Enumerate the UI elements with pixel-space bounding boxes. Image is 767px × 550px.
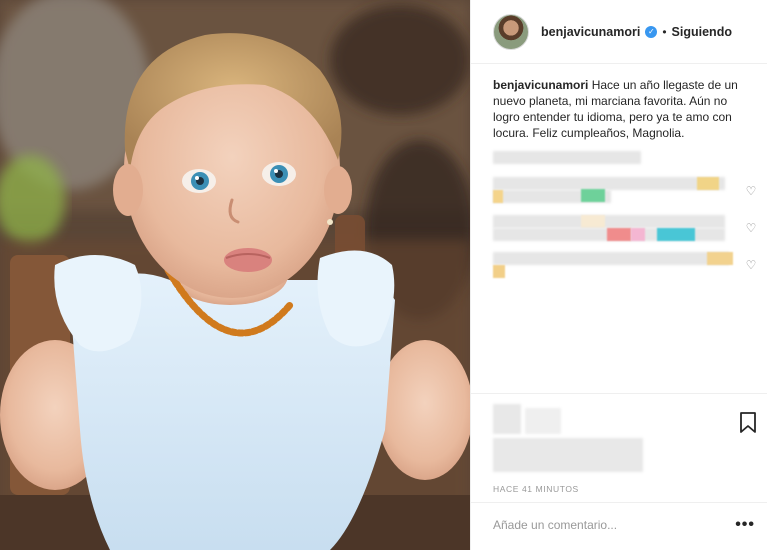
blurred-emoji [657,228,695,241]
post-details-panel: benjavicunamori ✓ • Siguiendo benjavicun… [470,0,767,550]
blurred-emoji [631,228,645,241]
heart-icon[interactable]: ♡ [745,222,757,234]
blurred-emoji [697,177,719,190]
blurred-comment [493,151,641,164]
following-button[interactable]: Siguiendo [672,25,732,39]
post-header: benjavicunamori ✓ • Siguiendo [471,0,767,64]
comment-input[interactable] [493,514,713,536]
heart-icon[interactable]: ♡ [745,259,757,271]
avatar[interactable] [493,13,529,50]
post-caption: benjavicunamori Hace un año llegaste de … [471,64,767,141]
post-timestamp: HACE 41 MINUTOS [493,484,579,494]
blurred-emoji [493,190,503,203]
blurred-comment [493,252,729,265]
blurred-likes [493,438,643,472]
blurred-emoji [493,265,505,278]
blurred-emoji [581,189,605,202]
photo-illustration [0,0,470,550]
header-username[interactable]: benjavicunamori [541,25,640,39]
blurred-comment [493,177,725,190]
divider [471,502,767,503]
blurred-comment [493,215,725,228]
check-badge-icon: ✓ [645,25,658,38]
blurred-likes [525,408,561,434]
heart-icon[interactable]: ♡ [745,185,757,197]
more-options-icon[interactable]: ••• [735,516,755,534]
blurred-likes [493,404,521,434]
bookmark-icon[interactable] [739,412,757,434]
blurred-emoji [581,215,605,228]
blurred-emoji [607,228,631,241]
blurred-emoji [707,252,733,265]
post-photo[interactable] [0,0,470,550]
caption-username[interactable]: benjavicunamori [493,78,588,92]
separator-dot: • [662,24,667,39]
divider [471,393,767,394]
